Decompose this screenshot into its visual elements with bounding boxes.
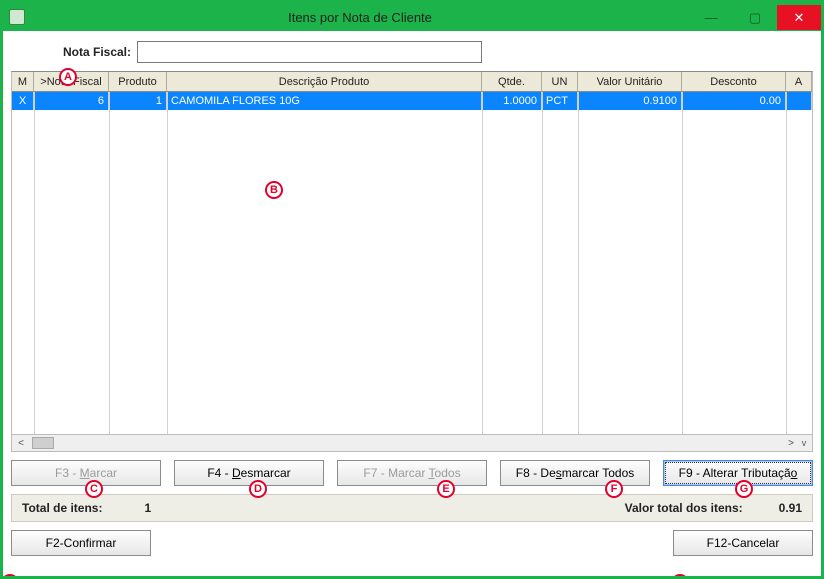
annotation-h: H xyxy=(1,574,19,579)
grid-horizontal-scrollbar[interactable]: < > v xyxy=(11,435,813,452)
titlebar: Itens por Nota de Cliente — ▢ ✕ xyxy=(3,3,821,31)
total-value-label: Valor total dos itens: xyxy=(625,501,743,515)
scroll-thumb[interactable] xyxy=(32,437,54,449)
cell-desconto[interactable]: 0.00 xyxy=(682,92,786,110)
col-descricao[interactable]: Descrição Produto xyxy=(167,72,482,92)
col-nota-fiscal[interactable]: >Nota Fiscal xyxy=(34,72,109,92)
client-area: Nota Fiscal: M >Nota Fiscal Produto Desc… xyxy=(3,31,821,576)
scroll-track[interactable] xyxy=(32,437,780,449)
action-button-row: F3 - Marcar F4 - Desmarcar F7 - Marcar T… xyxy=(11,460,813,486)
f8-desmarcar-todos-button[interactable]: F8 - Desmarcar Todos xyxy=(500,460,650,486)
annotation-i: I xyxy=(671,574,689,579)
app-icon xyxy=(9,9,25,25)
maximize-button[interactable]: ▢ xyxy=(733,5,777,30)
cell-qtde[interactable]: 1.0000 xyxy=(482,92,542,110)
cell-descricao[interactable]: CAMOMILA FLORES 10G xyxy=(167,92,482,110)
cell-valor[interactable]: 0.9100 xyxy=(578,92,682,110)
scroll-left-icon[interactable]: < xyxy=(14,436,28,450)
cell-m[interactable]: X xyxy=(12,92,34,110)
grid: M >Nota Fiscal Produto Descrição Produto… xyxy=(11,71,813,435)
cell-nota[interactable]: 6 xyxy=(34,92,109,110)
cell-extra[interactable] xyxy=(786,92,812,110)
totals-bar: Total de itens: 1 Valor total dos itens:… xyxy=(11,494,813,522)
total-items-label: Total de itens: xyxy=(22,501,102,515)
close-button[interactable]: ✕ xyxy=(777,5,821,30)
minimize-button[interactable]: — xyxy=(689,5,733,30)
window: Itens por Nota de Cliente — ▢ ✕ Nota Fis… xyxy=(0,0,824,579)
footer-row: F2-Confirmar F12-Cancelar xyxy=(11,530,813,556)
col-extra[interactable]: A xyxy=(786,72,812,92)
col-valor[interactable]: Valor Unitário xyxy=(578,72,682,92)
col-produto[interactable]: Produto xyxy=(109,72,167,92)
scroll-down-icon[interactable]: v xyxy=(798,437,810,449)
col-un[interactable]: UN xyxy=(542,72,578,92)
f7-marcar-todos-button[interactable]: F7 - Marcar Todos xyxy=(337,460,487,486)
cell-produto[interactable]: 1 xyxy=(109,92,167,110)
window-controls: — ▢ ✕ xyxy=(689,5,821,30)
f2-confirmar-button[interactable]: F2-Confirmar xyxy=(11,530,151,556)
f4-desmarcar-button[interactable]: F4 - Desmarcar xyxy=(174,460,324,486)
nota-fiscal-label: Nota Fiscal: xyxy=(63,45,131,59)
nota-fiscal-input[interactable] xyxy=(137,41,482,63)
f3-marcar-button[interactable]: F3 - Marcar xyxy=(11,460,161,486)
f12-cancelar-button[interactable]: F12-Cancelar xyxy=(673,530,813,556)
f9-alterar-tributacao-button[interactable]: F9 - Alterar Tributação xyxy=(663,460,813,486)
window-title: Itens por Nota de Cliente xyxy=(31,10,689,25)
total-items-value: 1 xyxy=(144,501,151,515)
col-m[interactable]: M xyxy=(12,72,34,92)
filter-bar: Nota Fiscal: xyxy=(63,41,813,63)
scroll-right-icon[interactable]: > xyxy=(784,436,798,450)
total-value-value: 0.91 xyxy=(779,501,802,515)
col-desconto[interactable]: Desconto xyxy=(682,72,786,92)
cell-un[interactable]: PCT xyxy=(542,92,578,110)
col-qtde[interactable]: Qtde. xyxy=(482,72,542,92)
